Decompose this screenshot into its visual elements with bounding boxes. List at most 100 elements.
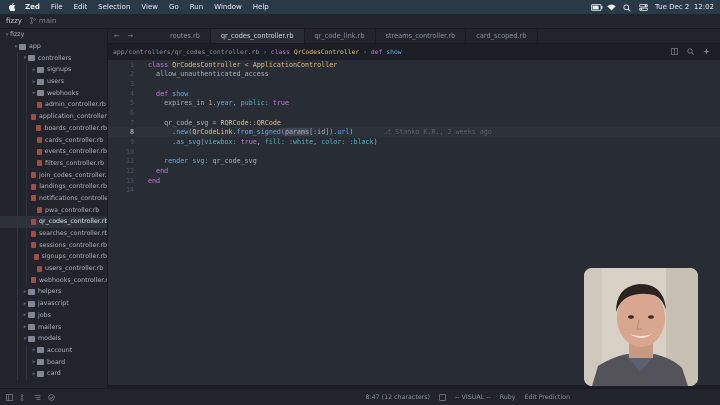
code-line[interactable]: 8 . new(QrCodeLink. from_signed(params [:id… xyxy=(108,127,720,138)
file-tree-item[interactable]: join_codes_controller.rb xyxy=(0,169,107,181)
code-line[interactable]: 10 xyxy=(108,147,720,157)
code-line[interactable]: 11 render svg: qr_code_svg xyxy=(108,156,720,166)
folder-tree-item[interactable]: ▸ board xyxy=(0,356,107,368)
code-line[interactable]: 9 . as_svg(viewbox: true, fill: :white, c… xyxy=(108,137,720,147)
file-tree-item[interactable]: admin_controller.rb xyxy=(0,99,107,111)
code-line[interactable]: 7 qr_code_svg = RQRCode:: QRCode xyxy=(108,118,720,128)
git-icon[interactable] xyxy=(20,393,27,401)
line-number[interactable]: 4 xyxy=(108,90,148,98)
file-tree-item[interactable]: webhooks_controller.rb xyxy=(0,274,107,287)
menu-go[interactable]: Go xyxy=(169,3,179,11)
line-number[interactable]: 7 xyxy=(108,119,148,127)
outline-icon[interactable] xyxy=(34,394,41,401)
line-number[interactable]: 8 xyxy=(108,128,148,136)
diagnostics-icon[interactable] xyxy=(48,393,55,401)
code-line[interactable]: 5 expires_in 1. year, public: true xyxy=(108,99,720,109)
folder-tree-item[interactable]: ▸ card xyxy=(0,367,107,380)
folder-tree-item[interactable]: ▾ app xyxy=(0,41,107,53)
tree-item-label: boards_controller.rb xyxy=(44,124,107,132)
file-tree-item[interactable]: filters_controller.rb xyxy=(0,157,107,170)
file-tree-item[interactable]: boards_controller.rb xyxy=(0,122,107,135)
line-number[interactable]: 2 xyxy=(108,70,148,78)
tab-streams-controller[interactable]: streams_controller.rb xyxy=(376,29,467,43)
breadcrumb-method[interactable]: show xyxy=(386,48,401,56)
line-number[interactable]: 3 xyxy=(108,80,148,88)
line-number[interactable]: 1 xyxy=(108,61,148,69)
file-tree-item[interactable]: signups_controller.rb xyxy=(0,251,107,263)
line-number[interactable]: 13 xyxy=(108,177,148,185)
language-selector[interactable]: Ruby xyxy=(500,394,516,401)
breadcrumb-path[interactable]: app/controllers/qr_codes_controller.rb xyxy=(113,48,259,56)
file-tree-item[interactable]: landings_controller.rb xyxy=(0,180,107,193)
line-number[interactable]: 9 xyxy=(108,138,148,146)
file-tree-item[interactable]: events_controller.rb xyxy=(0,145,107,158)
edit-predictions[interactable]: Edit Prediction xyxy=(525,394,570,401)
menu-selection[interactable]: Selection xyxy=(98,3,130,11)
line-number[interactable]: 6 xyxy=(108,109,148,117)
tab-qr-code-link[interactable]: qr_code_link.rb xyxy=(305,29,376,43)
cursor-position[interactable]: 8:47 (12 characters) xyxy=(366,394,431,401)
breadcrumb-class-keyword[interactable]: class xyxy=(271,48,290,56)
panel-toggle-icon[interactable] xyxy=(6,393,13,401)
code-line[interactable]: 2 allow_unauthenticated_access xyxy=(108,70,720,80)
code-line[interactable]: 4 def show xyxy=(108,89,720,99)
file-tree-item[interactable]: qr_codes_controller.rb xyxy=(0,216,107,228)
forward-arrow-icon[interactable]: → xyxy=(128,32,134,40)
line-number[interactable]: 5 xyxy=(108,99,148,107)
file-tree-item[interactable]: searches_controller.rb xyxy=(0,227,107,240)
tab-routes[interactable]: routes.rb xyxy=(160,29,211,43)
control-center-icon[interactable] xyxy=(639,3,648,11)
line-number[interactable]: 12 xyxy=(108,167,148,175)
folder-tree-item[interactable]: ▸ jobs xyxy=(0,309,107,322)
folder-tree-item[interactable]: ▸ helpers xyxy=(0,286,107,298)
code-line[interactable]: 13 end xyxy=(108,176,720,186)
search-icon[interactable] xyxy=(623,3,632,12)
tab-card-scoped[interactable]: card_scoped.rb xyxy=(466,29,538,43)
line-number[interactable]: 11 xyxy=(108,157,148,165)
folder-tree-item[interactable]: ▸ account xyxy=(0,344,107,357)
inline-completion-icon[interactable] xyxy=(439,393,446,401)
menu-zed[interactable]: Zed xyxy=(25,3,40,11)
code-line[interactable]: 12 end xyxy=(108,166,720,176)
file-tree-item[interactable]: application_controller.rb xyxy=(0,110,107,123)
line-number[interactable]: 10 xyxy=(108,148,148,156)
inline-git-blame[interactable]: ⎇ Stanko K.R., 2 weeks ago xyxy=(383,128,491,136)
code-line[interactable]: 14 xyxy=(108,185,720,195)
folder-tree-item[interactable]: ▸ users xyxy=(0,75,107,88)
file-tree-item[interactable]: sessions_controller.rb xyxy=(0,239,107,252)
apple-logo-icon[interactable] xyxy=(7,3,17,11)
branch-name[interactable]: main xyxy=(39,17,57,25)
folder-tree-item[interactable]: ▸ signups xyxy=(0,64,107,76)
breadcrumb-def-keyword[interactable]: def xyxy=(371,48,383,56)
folder-tree-item[interactable]: ▾ fizzy xyxy=(0,29,107,41)
menu-help[interactable]: Help xyxy=(253,3,269,11)
back-arrow-icon[interactable]: ← xyxy=(114,32,120,40)
file-tree-item[interactable]: notifications_controller. xyxy=(0,192,107,205)
menu-file[interactable]: File xyxy=(51,3,63,11)
tab-qr-codes-controller[interactable]: qr_codes_controller.rb xyxy=(210,29,305,43)
code-line[interactable]: 1 class QrCodesController < ApplicationCo… xyxy=(108,60,720,70)
folder-tree-item[interactable]: ▸ javascript xyxy=(0,297,107,310)
menu-run[interactable]: Run xyxy=(190,3,203,11)
assistant-icon[interactable] xyxy=(703,47,710,57)
menu-view[interactable]: View xyxy=(141,3,158,11)
wifi-icon[interactable] xyxy=(607,4,616,11)
line-number[interactable]: 14 xyxy=(108,186,148,194)
folder-tree-item[interactable]: ▸ mailers xyxy=(0,321,107,333)
folder-tree-item[interactable]: ▸ webhooks xyxy=(0,87,107,100)
battery-icon[interactable] xyxy=(591,3,603,11)
file-tree-item[interactable]: cards_controller.rb xyxy=(0,134,107,146)
code-line[interactable]: 3 xyxy=(108,79,720,89)
menu-window[interactable]: Window xyxy=(214,3,242,11)
file-tree-item[interactable]: pwa_controller.rb xyxy=(0,204,107,216)
breadcrumb-class-name[interactable]: QrCodesController xyxy=(294,48,359,56)
file-tree-item[interactable]: users_controller.rb xyxy=(0,262,107,275)
split-pane-icon[interactable] xyxy=(671,47,678,57)
folder-tree-item[interactable]: ▾ controllers xyxy=(0,52,107,65)
folder-tree-item[interactable]: ▾ models xyxy=(0,332,107,345)
code-line[interactable]: 6 xyxy=(108,108,720,118)
menubar-clock[interactable]: Tue Dec 2 12:02 xyxy=(655,3,714,11)
project-name[interactable]: fizzy xyxy=(6,17,22,25)
buffer-search-icon[interactable] xyxy=(687,47,694,57)
menu-edit[interactable]: Edit xyxy=(74,3,88,11)
